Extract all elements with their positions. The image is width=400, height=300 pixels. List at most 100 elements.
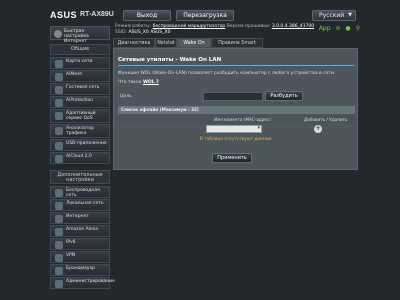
sidebar-item-label: AiProtection <box>66 98 94 103</box>
tab-netstat[interactable]: Netstat <box>155 38 177 48</box>
sidebar-item-label: Брандмауэр <box>66 266 95 271</box>
router-admin-page: ASUS RT-AX89U Выход Перезагрузка Русский… <box>0 0 400 300</box>
asus-logo[interactable]: ASUS <box>50 10 77 20</box>
sidebar-item-wan[interactable]: Интернет <box>50 212 110 224</box>
sidebar-item-label: Гостевая сеть <box>66 85 100 90</box>
ssid-1: ASUS_X0 <box>128 30 149 35</box>
ipv6-icon <box>55 241 63 249</box>
reboot-button[interactable]: Перезагрузка <box>176 10 234 21</box>
tab-wake-on-lan[interactable]: Wake On LAN <box>177 38 211 56</box>
add-client-row: ▾ + <box>118 124 355 135</box>
alexa-icon <box>55 228 63 236</box>
sidebar-item-alexa[interactable]: Amazon Alexa <box>50 225 110 237</box>
sidebar-item-aicloud[interactable]: AiCloud 2.0 <box>50 152 110 164</box>
sidebar-item-wireless[interactable]: Беспроводная сеть <box>50 186 110 198</box>
sidebar-item-lan[interactable]: Локальная сеть <box>50 199 110 211</box>
sidebar-item-vpn[interactable]: VPN <box>50 251 110 263</box>
lan-icon <box>55 202 63 210</box>
wizard-icon <box>54 30 62 38</box>
sidebar-item-label: Локальная сеть <box>66 201 104 206</box>
wol-help-prefix: Что такое <box>118 80 142 85</box>
usb-icon <box>55 142 63 150</box>
wol-help: Что такое WOL ? <box>118 80 159 85</box>
advanced-heading: Дополнительные настройки <box>50 170 110 184</box>
wol-description: Функция WOL (Wake-On-LAN) позволяет разб… <box>118 71 336 76</box>
sidebar-item-label: AiMesh <box>66 72 83 77</box>
target-label: Цель <box>120 94 132 99</box>
sidebar-item-label: USB-приложение <box>66 141 107 146</box>
sidebar-item-label: Карта сети <box>66 59 93 64</box>
language-select[interactable]: Русский ▼ <box>312 10 356 21</box>
app-label[interactable]: App <box>319 25 331 32</box>
firmware-label: Версия прошивки: <box>226 24 271 29</box>
col-name-mac: Имя клиента (MAC-адрес) <box>214 117 271 122</box>
vpn-icon <box>55 254 63 262</box>
firewall-icon <box>55 267 63 275</box>
admin-icon <box>55 280 63 288</box>
apply-button[interactable]: Применить <box>212 153 252 163</box>
sidebar-item-ipv6[interactable]: IPv6 <box>50 238 110 250</box>
sidebar-item-label: Amazon Alexa <box>66 227 99 232</box>
firmware-link[interactable]: 3.0.0.4.386_41700 <box>272 24 314 29</box>
wol-help-link[interactable]: WOL ? <box>143 80 159 85</box>
sidebar-item-traffic-analyzer[interactable]: Анализатор трафика <box>50 124 110 138</box>
tab-bar: Диагностика сети Netstat Wake On LAN Пра… <box>113 38 358 56</box>
model-name: RT-AX89U <box>80 11 114 18</box>
sidebar-item-label: Интернет <box>66 214 89 219</box>
language-value: Русский <box>319 12 345 19</box>
aimesh-icon <box>55 73 63 81</box>
globe-icon <box>55 215 63 223</box>
qos-icon <box>55 112 63 120</box>
guest-network-icon <box>55 86 63 94</box>
tab-network-analysis[interactable]: Диагностика сети <box>113 38 155 56</box>
sidebar-item-qos[interactable]: Адаптивный сервис QoS <box>50 109 110 123</box>
wake-button[interactable]: Разбудить <box>265 91 303 101</box>
ssid-2: ASUS_X0 <box>150 30 171 35</box>
sidebar-item-usb[interactable]: USB-приложение <box>50 139 110 151</box>
general-heading: Общие <box>50 44 110 55</box>
offline-list-header: Список офлайн (Максимум : 32) <box>118 106 355 114</box>
title-divider <box>118 65 354 66</box>
logout-button[interactable]: Выход <box>123 10 171 21</box>
sidebar-item-aimesh[interactable]: AiMesh <box>50 70 110 82</box>
sidebar-item-guest-network[interactable]: Гостевая сеть <box>50 83 110 95</box>
mode-link[interactable]: беспроводной маршрутизатор <box>153 24 226 29</box>
quick-setup-label: Быстрая настройка Интернет <box>64 29 89 44</box>
col-add-remove: Добавить / Удалить <box>304 117 348 122</box>
cloud-icon <box>55 155 63 163</box>
empty-table-message: В таблице отсутствуют данные. <box>199 137 274 142</box>
network-map-icon <box>55 60 63 68</box>
main-content: Диагностика сети Netstat Wake On LAN Пра… <box>113 38 358 170</box>
sidebar-item-label: IPv6 <box>66 240 76 245</box>
sidebar-item-aiprotection[interactable]: AiProtection <box>50 96 110 108</box>
sidebar-item-label: AiCloud 2.0 <box>66 154 92 159</box>
shield-icon <box>55 99 63 107</box>
sidebar-item-label: Администрирование <box>66 279 115 284</box>
person-icon[interactable]: ● <box>345 25 350 32</box>
offline-list-columns: Имя клиента (MAC-адрес) Добавить / Удали… <box>118 115 355 124</box>
top-bar: ASUS RT-AX89U Выход Перезагрузка Русский… <box>50 8 356 24</box>
sidebar-item-label: VPN <box>66 253 76 258</box>
page-title: Сетевые утилиты - Wake On LAN <box>118 57 222 63</box>
sidebar-item-label: Адаптивный сервис QoS <box>66 111 96 121</box>
sidebar-item-network-map[interactable]: Карта сети <box>50 57 110 69</box>
sidebar-item-label: Анализатор трафика <box>66 126 94 136</box>
status-icons: App ≋ ● ⚲ <box>316 26 360 32</box>
ssid-label: SSID: <box>115 30 128 35</box>
traffic-icon <box>55 127 63 135</box>
sidebar: Быстрая настройка Интернет Общие Карта с… <box>50 26 115 300</box>
target-row: Цель Разбудить <box>118 91 355 102</box>
client-select[interactable]: ▾ <box>206 125 262 133</box>
sidebar-item-firewall[interactable]: Брандмауэр <box>50 264 110 276</box>
tab-smart-connect[interactable]: Правила Smart Connect <box>211 38 263 56</box>
usb-icon[interactable]: ⚲ <box>356 25 360 32</box>
wireless-icon <box>55 189 63 197</box>
chevron-down-icon: ▾ <box>257 125 260 131</box>
quick-setup-button[interactable]: Быстрая настройка Интернет <box>50 26 110 44</box>
chevron-down-icon: ▼ <box>348 12 352 18</box>
target-input[interactable] <box>203 92 263 101</box>
sidebar-item-administration[interactable]: Администрирование <box>50 277 115 289</box>
sidebar-item-label: Беспроводная сеть <box>66 188 100 198</box>
wifi-icon[interactable]: ≋ <box>335 25 340 32</box>
add-icon[interactable]: + <box>314 125 322 133</box>
